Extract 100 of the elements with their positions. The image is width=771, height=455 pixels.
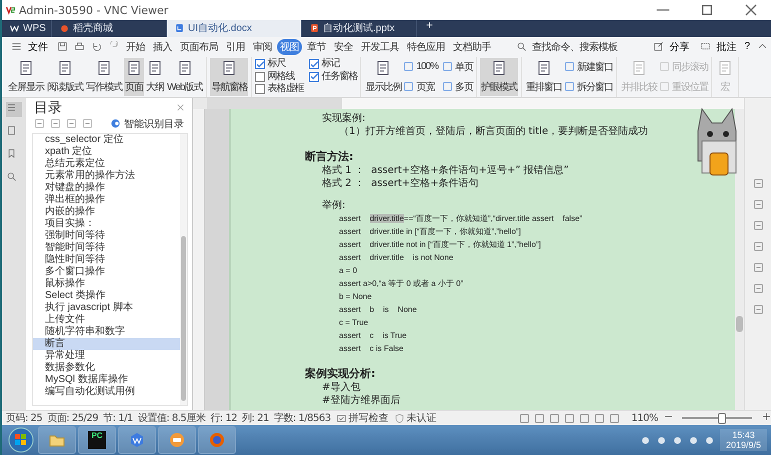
menu-tab[interactable]: 开发工具 bbox=[358, 38, 402, 55]
ribbon-button[interactable]: 导航窗格 bbox=[210, 58, 248, 96]
outline-item[interactable]: 多个窗口操作 bbox=[33, 266, 180, 278]
undo-icon[interactable] bbox=[91, 41, 102, 52]
ribbon-button[interactable]: 页面 bbox=[124, 58, 144, 96]
ribbon-button[interactable]: 新建窗口 bbox=[564, 58, 613, 76]
outline-item[interactable]: 元素常用的操作方法 bbox=[33, 170, 180, 182]
outline-item[interactable]: 总结元素定位 bbox=[33, 158, 180, 170]
outline-item[interactable]: 断言 bbox=[33, 338, 180, 350]
ribbon-button[interactable]: 写作模式 bbox=[85, 58, 123, 96]
taskbar-app-button[interactable] bbox=[158, 426, 196, 454]
shield-icon bbox=[394, 412, 405, 424]
status-text: 字数: 1/8563 bbox=[274, 412, 331, 426]
menu-tab[interactable]: 特色应用 bbox=[404, 38, 448, 55]
ribbon-button[interactable]: 多页 bbox=[442, 78, 473, 96]
menu-tab[interactable]: 审阅 bbox=[250, 38, 275, 55]
status-text: 设置值: 8.5厘米 bbox=[138, 412, 206, 426]
code-line: assert driver.title is not None bbox=[338, 252, 454, 264]
taskbar-app-button[interactable]: PC bbox=[78, 426, 116, 454]
menu-tab[interactable]: 插入 bbox=[150, 38, 175, 55]
search-command[interactable]: 查找命令、搜索模板 bbox=[507, 38, 624, 55]
outline-item[interactable]: 数据参数化 bbox=[33, 362, 180, 374]
menu-tab[interactable]: 引用 bbox=[223, 38, 248, 55]
menu-panel-button[interactable] bbox=[6, 102, 22, 117]
outline-item[interactable]: 随机字符串和数字 bbox=[33, 326, 180, 338]
scrollbar-thumb[interactable] bbox=[736, 316, 743, 332]
window-icon bbox=[564, 81, 575, 92]
certification-status[interactable]: 未认证 bbox=[394, 411, 437, 426]
outline-item[interactable]: 上传文件 bbox=[33, 314, 180, 326]
help-button[interactable]: ? bbox=[740, 40, 754, 54]
smart-toc-button[interactable]: 智能识别目录 bbox=[110, 116, 184, 131]
checkbox[interactable]: 表格虚框 bbox=[255, 83, 304, 96]
checkbox[interactable]: 网格线 bbox=[255, 70, 304, 84]
taskbar-app-button[interactable] bbox=[118, 426, 156, 454]
code-line: assert driver.title not in [“百度一下，你就知道 1”,”hello”] bbox=[338, 238, 542, 251]
start-orb-icon[interactable] bbox=[6, 426, 36, 454]
ribbon-button[interactable]: 重排窗口 bbox=[524, 58, 563, 96]
print-icon[interactable] bbox=[74, 41, 85, 52]
menu-tab[interactable]: 文档助手 bbox=[450, 38, 494, 55]
outline-item[interactable]: 弹出框的操作 bbox=[33, 194, 180, 206]
app-logo-icon bbox=[6, 5, 15, 15]
outline-item[interactable]: 编写自动化测试用例 bbox=[33, 386, 180, 398]
menu-tab[interactable]: 开始 bbox=[123, 38, 148, 55]
outline-item[interactable]: 隐性时间等待 bbox=[33, 254, 180, 266]
ribbon-button[interactable]: Web版式 bbox=[166, 58, 204, 96]
text-line: （1）打开方维首页，登陆后，断言页面的 title，要判断是否登陆成功 bbox=[338, 124, 650, 138]
ribbon-button[interactable]: 全屏显示 bbox=[7, 58, 45, 96]
outline-item[interactable]: 执行 javascript 脚本 bbox=[33, 302, 180, 314]
file-menu[interactable]: 文件 bbox=[6, 40, 54, 54]
slides-icon bbox=[310, 23, 319, 34]
menu-tab[interactable]: 章节 bbox=[304, 38, 329, 55]
ribbon-button[interactable]: 护眼模式 bbox=[480, 58, 518, 96]
menu-icon bbox=[11, 41, 22, 52]
menu-tab[interactable]: 页面布局 bbox=[177, 38, 221, 55]
checkbox[interactable]: 标记 bbox=[309, 58, 358, 71]
outline-item[interactable]: MySQl 数据库操作 bbox=[33, 374, 180, 386]
outline-item[interactable]: 对键盘的操作 bbox=[33, 182, 180, 194]
heading: 案例实现分析: bbox=[305, 366, 376, 381]
ribbon-button[interactable]: 阅读版式 bbox=[46, 58, 84, 96]
ribbon-button[interactable]: 单页 bbox=[442, 58, 473, 76]
bookmark-icon bbox=[6, 148, 17, 159]
outline-item[interactable]: 强制时间等待 bbox=[33, 230, 180, 242]
ribbon-button[interactable]: 页宽 bbox=[403, 78, 438, 96]
checkmark-icon bbox=[254, 58, 266, 70]
comment-button[interactable]: 批注 bbox=[693, 38, 740, 55]
outline-toggle-icon[interactable] bbox=[66, 118, 77, 130]
code-line: b = None bbox=[338, 290, 373, 303]
outline-item[interactable]: 项目实操： bbox=[33, 218, 180, 230]
heading: 断言方法: bbox=[305, 148, 354, 164]
tab[interactable]: UI自动化.docx bbox=[167, 20, 302, 37]
clock-time: 15:43 bbox=[732, 430, 755, 440]
checkbox[interactable]: 标尺 bbox=[255, 58, 304, 71]
outline-item[interactable]: xpath 定位 bbox=[33, 146, 180, 158]
scrollbar-thumb[interactable] bbox=[181, 236, 186, 402]
save-icon[interactable] bbox=[57, 41, 68, 52]
outline-item[interactable]: 智能时间等待 bbox=[33, 242, 180, 254]
menu-tab[interactable]: 安全 bbox=[331, 38, 356, 55]
menu-tab[interactable]: 视图 bbox=[277, 38, 302, 55]
outline-item[interactable]: 内嵌的操作 bbox=[33, 206, 180, 218]
share-button[interactable]: 分享 bbox=[646, 38, 694, 55]
share-icon bbox=[653, 41, 664, 52]
outline-item[interactable]: 异常处理 bbox=[33, 350, 180, 362]
search-icon bbox=[516, 41, 527, 52]
code-line: assert b is None bbox=[338, 304, 418, 316]
outline-item[interactable]: Select 类操作 bbox=[33, 290, 180, 302]
outline-toggle-icon[interactable] bbox=[50, 118, 61, 130]
ribbon-button[interactable]: 拆分窗口 bbox=[564, 78, 613, 96]
status-text: 页面: 25/29 bbox=[47, 412, 98, 426]
outline-item[interactable]: 鼠标操作 bbox=[33, 278, 180, 290]
ribbon-button[interactable]: 显示比例 bbox=[364, 58, 402, 96]
ribbon-button[interactable]: 大纲 bbox=[145, 58, 165, 96]
code-line: assert driver.title==“百度一下，你就知道”,“dirver.title assert false” bbox=[338, 212, 584, 225]
spell-check-button[interactable]: 拼写检查 bbox=[336, 411, 389, 426]
ribbon-button[interactable]: 100% bbox=[403, 58, 438, 76]
checkbox[interactable]: 任务窗格 bbox=[309, 70, 358, 84]
outline-toggle-icon[interactable] bbox=[82, 118, 93, 130]
taskbar-app-button[interactable] bbox=[38, 426, 76, 454]
taskbar-app-button[interactable] bbox=[198, 426, 236, 454]
outline-toggle-icon[interactable] bbox=[34, 118, 45, 130]
text-line: #登陆方维界面后 bbox=[321, 394, 402, 407]
